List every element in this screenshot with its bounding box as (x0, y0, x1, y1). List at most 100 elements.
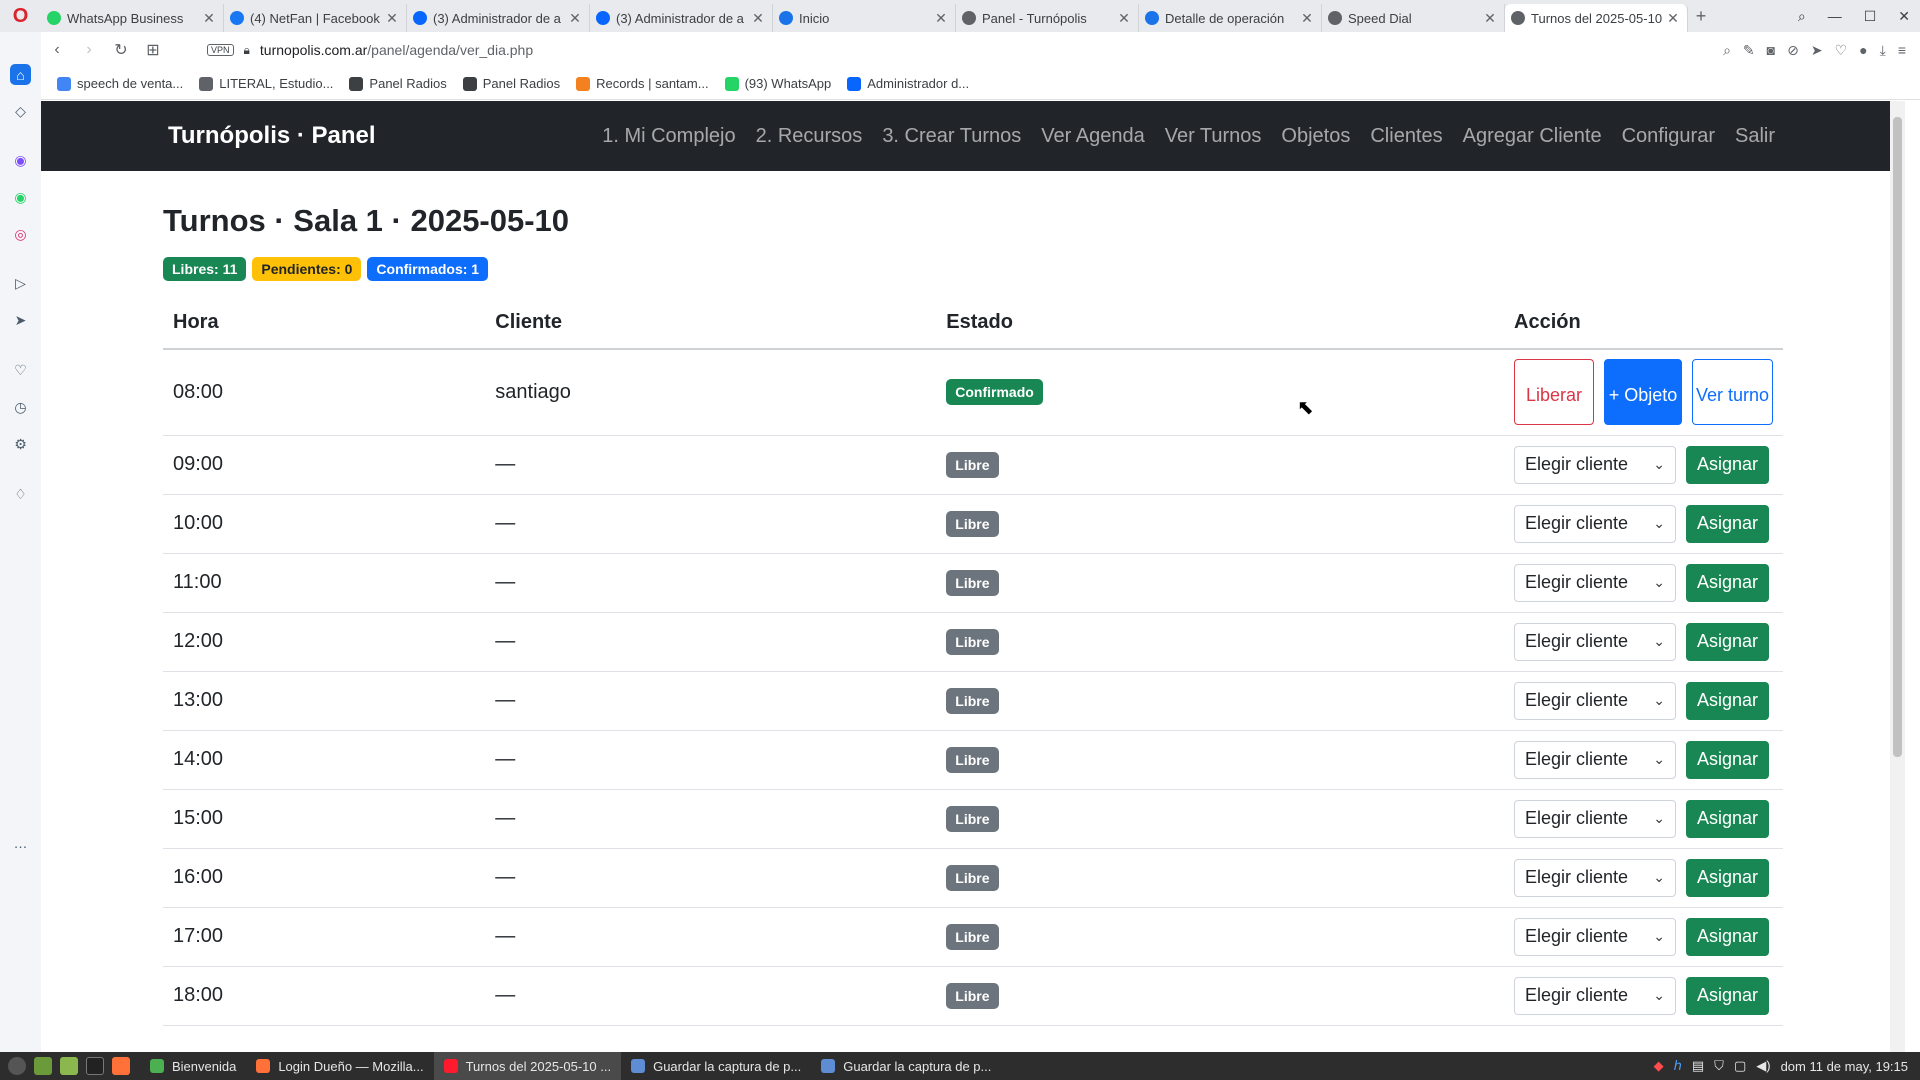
more-icon[interactable]: … (10, 832, 31, 853)
shield-icon[interactable]: ⛉ (1714, 1058, 1724, 1074)
send-icon[interactable]: ➤ (10, 310, 31, 331)
close-tab-icon[interactable]: ✕ (384, 10, 400, 27)
home-icon[interactable]: ⌂ (10, 64, 31, 85)
close-tab-icon[interactable]: ✕ (1665, 10, 1681, 27)
bookmark-item[interactable]: Administrador d... (847, 76, 969, 91)
add-objeto-button[interactable]: + Objeto (1604, 359, 1682, 426)
display-icon[interactable]: ▢ (1734, 1058, 1746, 1074)
lightbulb-icon[interactable]: ♢ (10, 484, 31, 505)
bookmark-item[interactable]: speech de venta... (57, 76, 183, 91)
taskbar-window-item[interactable]: Bienvenida (140, 1052, 246, 1080)
heart-icon[interactable]: ♡ (1835, 42, 1848, 59)
taskbar-window-item[interactable]: Login Dueño — Mozilla... (246, 1052, 433, 1080)
terminal-icon[interactable] (86, 1057, 104, 1075)
taskbar-window-item[interactable]: Turnos del 2025-05-10 ... (433, 1052, 622, 1080)
clipboard-icon[interactable]: ▤ (1692, 1058, 1704, 1074)
history-icon[interactable]: ◷ (10, 397, 31, 418)
camera-icon[interactable]: ◙ (1767, 42, 1775, 58)
heart-icon[interactable]: ♡ (10, 360, 31, 381)
edit-icon[interactable]: ✎ (1743, 42, 1755, 59)
client-select[interactable]: Elegir cliente ⌄ (1514, 740, 1676, 779)
hp-icon[interactable]: ℎ (1674, 1058, 1682, 1074)
adblock-icon[interactable]: ⊘ (1787, 42, 1799, 59)
client-select[interactable]: Elegir cliente ⌄ (1514, 799, 1676, 838)
asignar-button[interactable]: Asignar (1686, 563, 1769, 602)
close-tab-icon[interactable]: ✕ (1299, 10, 1315, 27)
settings-icon[interactable]: ⚙ (10, 434, 31, 455)
asignar-button[interactable]: Asignar (1686, 917, 1769, 956)
firefox-icon[interactable] (112, 1057, 130, 1075)
close-tab-icon[interactable]: ✕ (750, 10, 766, 27)
close-tab-icon[interactable]: ✕ (201, 10, 217, 27)
asignar-button[interactable]: Asignar (1686, 622, 1769, 661)
send-icon[interactable]: ➤ (1811, 42, 1823, 59)
bookmark-item[interactable]: Panel Radios (349, 76, 447, 91)
browser-tab[interactable]: Speed Dial ✕ (1322, 4, 1505, 32)
browser-tab[interactable]: Panel - Turnópolis ✕ (956, 4, 1139, 32)
nav-link[interactable]: Clientes (1370, 125, 1442, 148)
anydesk-icon[interactable]: ◆ (1654, 1058, 1664, 1074)
asignar-button[interactable]: Asignar (1686, 740, 1769, 779)
extensions-icon[interactable]: ◇ (10, 101, 31, 122)
whatsapp-icon[interactable]: ◉ (10, 187, 31, 208)
bookmark-item[interactable]: LITERAL, Estudio... (199, 76, 333, 91)
browser-tab[interactable]: (3) Administrador de a ✕ (407, 4, 590, 32)
taskbar-window-item[interactable]: Guardar la captura de p... (811, 1052, 1001, 1080)
desktop-icon[interactable] (34, 1057, 52, 1075)
nav-link[interactable]: Agregar Cliente (1463, 125, 1602, 148)
brand-logo[interactable]: Turnópolis · Panel (168, 122, 376, 150)
close-tab-icon[interactable]: ✕ (567, 10, 583, 27)
close-tab-icon[interactable]: ✕ (1116, 10, 1132, 27)
maximize-button[interactable]: ☐ (1864, 8, 1877, 25)
download-icon[interactable]: ⤓ (1880, 42, 1886, 59)
nav-link[interactable]: 1. Mi Complejo (602, 125, 735, 148)
browser-tab[interactable]: (4) NetFan | Facebook ✕ (224, 4, 407, 32)
close-tab-icon[interactable]: ✕ (1482, 10, 1498, 27)
client-select[interactable]: Elegir cliente ⌄ (1514, 681, 1676, 720)
client-select[interactable]: Elegir cliente ⌄ (1514, 917, 1676, 956)
volume-icon[interactable]: ◀︎) (1756, 1058, 1770, 1074)
nav-link[interactable]: Salir (1735, 125, 1775, 148)
client-select[interactable]: Elegir cliente ⌄ (1514, 445, 1676, 484)
client-select[interactable]: Elegir cliente ⌄ (1514, 976, 1676, 1015)
minimize-button[interactable]: — (1828, 8, 1842, 24)
reload-button[interactable]: ↻ (105, 40, 137, 60)
asignar-button[interactable]: Asignar (1686, 445, 1769, 484)
liberar-button[interactable]: Liberar (1514, 359, 1594, 426)
start-menu-icon[interactable] (8, 1057, 26, 1075)
clock[interactable]: dom 11 de may, 19:15 (1781, 1059, 1908, 1074)
profile-icon[interactable]: ● (1859, 42, 1867, 58)
asignar-button[interactable]: Asignar (1686, 799, 1769, 838)
nav-link[interactable]: Configurar (1622, 125, 1715, 148)
bookmark-item[interactable]: (93) WhatsApp (724, 76, 831, 91)
tabs-overview-icon[interactable]: ⊞ (137, 40, 169, 60)
taskbar-window-item[interactable]: Guardar la captura de p... (621, 1052, 811, 1080)
url-field[interactable]: turnopolis.com.ar/panel/agenda/ver_dia.p… (260, 42, 533, 58)
asignar-button[interactable]: Asignar (1686, 858, 1769, 897)
lock-icon[interactable]: 🔒︎ (244, 43, 250, 58)
nav-link[interactable]: Ver Turnos (1165, 125, 1262, 148)
browser-tab[interactable]: Inicio ✕ (773, 4, 956, 32)
back-button[interactable]: ‹ (41, 41, 73, 59)
asignar-button[interactable]: Asignar (1686, 504, 1769, 543)
messenger-icon[interactable]: ◉ (10, 150, 31, 171)
search-tabs-icon[interactable]: ⌕ (1798, 8, 1806, 25)
client-select[interactable]: Elegir cliente ⌄ (1514, 504, 1676, 543)
asignar-button[interactable]: Asignar (1686, 681, 1769, 720)
browser-tab[interactable]: Detalle de operación ✕ (1139, 4, 1322, 32)
scrollbar-thumb[interactable] (1893, 117, 1902, 757)
client-select[interactable]: Elegir cliente ⌄ (1514, 858, 1676, 897)
zoom-icon[interactable]: ⌕ (1723, 42, 1731, 59)
nav-link[interactable]: Ver Agenda (1041, 125, 1144, 148)
browser-tab[interactable]: Turnos del 2025-05-10 ✕ (1505, 4, 1688, 32)
opera-logo-icon[interactable]: O (0, 0, 41, 32)
files-icon[interactable] (60, 1057, 78, 1075)
close-tab-icon[interactable]: ✕ (933, 10, 949, 27)
browser-tab[interactable]: WhatsApp Business ✕ (41, 4, 224, 32)
bookmark-item[interactable]: Records | santam... (576, 76, 709, 91)
client-select[interactable]: Elegir cliente ⌄ (1514, 563, 1676, 602)
ver-turno-button[interactable]: Ver turno (1692, 359, 1773, 426)
asignar-button[interactable]: Asignar (1686, 976, 1769, 1015)
new-tab-button[interactable]: + (1688, 6, 1714, 27)
instagram-icon[interactable]: ◎ (10, 224, 31, 245)
